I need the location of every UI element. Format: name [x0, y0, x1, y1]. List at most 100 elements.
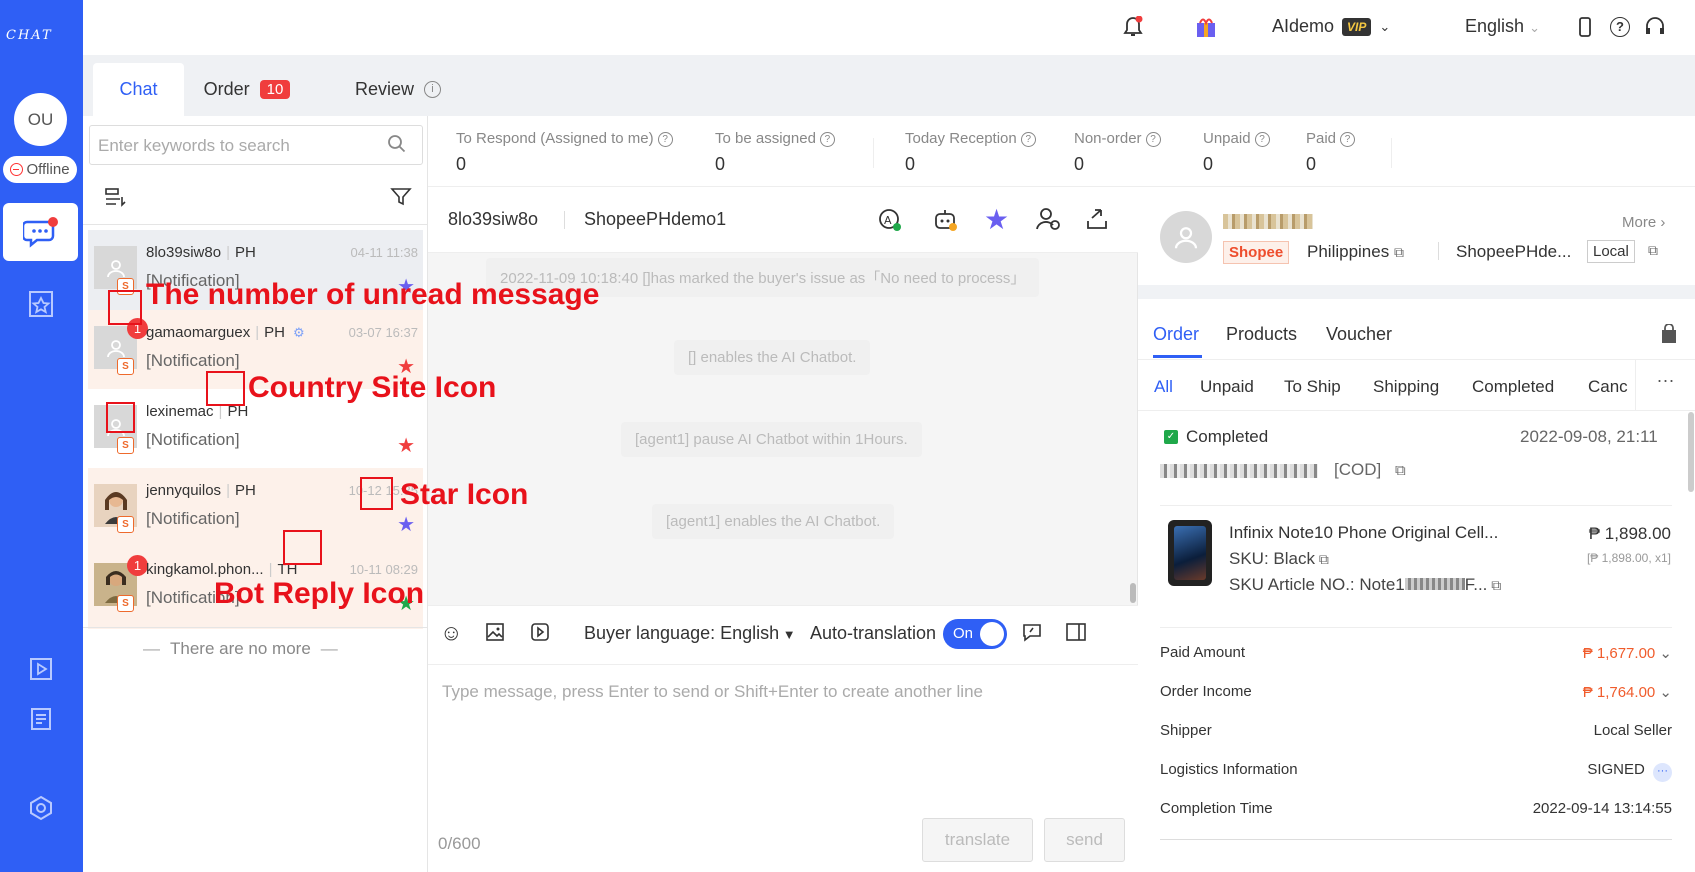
- shopping-bag-icon[interactable]: [1660, 323, 1678, 349]
- scrollbar[interactable]: [1130, 583, 1136, 603]
- user-menu[interactable]: AIdemo VIP ⌄: [1272, 16, 1390, 37]
- nav-chat[interactable]: [3, 203, 78, 261]
- annotation-box-shop: [106, 402, 135, 433]
- user-avatar[interactable]: OU: [14, 93, 67, 146]
- image-icon[interactable]: [485, 622, 505, 647]
- tab-voucher[interactable]: Voucher: [1326, 324, 1392, 345]
- annotation-country: Country Site Icon: [248, 371, 497, 404]
- mobile-icon[interactable]: [1578, 17, 1592, 42]
- platform-badge: Shopee: [1223, 241, 1290, 264]
- divider: [83, 224, 428, 225]
- char-counter: 0/600: [438, 834, 481, 853]
- scrollbar[interactable]: [1688, 412, 1694, 492]
- gift-icon[interactable]: [1195, 16, 1217, 43]
- subtab-all[interactable]: All: [1154, 377, 1173, 397]
- tab-order[interactable]: Order 10: [195, 63, 299, 116]
- no-more-label: — There are no more —: [143, 639, 338, 658]
- stat-value: 0: [456, 154, 467, 174]
- product-sku: SKU: Black ⧉: [1229, 549, 1329, 569]
- nav-video-icon[interactable]: [24, 652, 58, 686]
- quick-reply-icon[interactable]: [1021, 622, 1043, 647]
- divider: [1160, 839, 1672, 840]
- star-icon[interactable]: ★: [397, 512, 415, 537]
- chevron-down-icon: ⌄: [1529, 20, 1540, 35]
- detail-label: Logistics Information: [1160, 761, 1298, 778]
- ai-assist-icon[interactable]: A: [877, 207, 903, 238]
- stat-value: 0: [1203, 154, 1214, 174]
- assign-user-icon[interactable]: [1035, 206, 1061, 237]
- annotation-box-star: [360, 477, 393, 510]
- tab-chat[interactable]: Chat: [93, 63, 184, 116]
- bell-icon[interactable]: [1123, 15, 1143, 43]
- subtab-unpaid[interactable]: Unpaid: [1200, 377, 1254, 397]
- offline-icon: [10, 163, 24, 176]
- order-panel: More › Shopee Philippines ⧉ ShopeePHde..…: [1138, 187, 1695, 872]
- subtab-cancelled[interactable]: Cance: [1588, 377, 1628, 397]
- chat-buyer-name: 8lo39siw8o: [448, 209, 539, 229]
- detail-row-order-income[interactable]: Order Income ₱ 1,764.00 ⌄: [1160, 683, 1672, 701]
- emoji-icon[interactable]: ☺: [440, 620, 462, 646]
- divider: [1160, 505, 1672, 506]
- external-link-icon[interactable]: ⧉: [1648, 242, 1658, 259]
- bot-icon[interactable]: [933, 207, 959, 238]
- detail-row-paid-amount[interactable]: Paid Amount ₱ 1,677.00 ⌄: [1160, 644, 1672, 662]
- stat-non-order[interactable]: Non-order? 0: [1074, 130, 1161, 175]
- divider: [1138, 359, 1695, 360]
- sku-article-value: SKU Article NO.: Note1: [1229, 575, 1405, 594]
- copy-icon[interactable]: ⧉: [1315, 551, 1329, 567]
- product-name[interactable]: Infinix Note10 Phone Original Cell...: [1229, 523, 1519, 543]
- search-icon[interactable]: [387, 134, 407, 159]
- filter-icon[interactable]: [390, 187, 412, 212]
- nav-favorites-icon[interactable]: [24, 287, 58, 321]
- star-icon[interactable]: ★: [984, 203, 1009, 236]
- help-icon[interactable]: ?: [1610, 17, 1630, 37]
- more-tabs-icon[interactable]: ···: [1635, 360, 1695, 410]
- tab-products[interactable]: Products: [1226, 324, 1297, 345]
- search-input[interactable]: Enter keywords to search: [89, 125, 423, 165]
- chevron-down-icon: ⌄: [1659, 684, 1672, 701]
- status-badge[interactable]: Offline: [3, 156, 77, 183]
- language-select[interactable]: English ⌄: [1465, 16, 1540, 37]
- tab-order-detail[interactable]: Order: [1153, 324, 1199, 345]
- stat-to-be-assigned[interactable]: To be assigned? 0: [715, 130, 835, 175]
- subtab-to-ship[interactable]: To Ship: [1284, 377, 1341, 397]
- system-message: [agent1] pause AI Chatbot within 1Hours.: [621, 422, 922, 457]
- export-icon[interactable]: [1084, 206, 1110, 237]
- section-gap: [1138, 285, 1695, 299]
- stat-to-respond[interactable]: To Respond (Assigned to me)? 0: [456, 130, 673, 175]
- video-icon[interactable]: [530, 622, 550, 647]
- detail-value: SIGNED ···: [1587, 761, 1672, 782]
- tab-review[interactable]: Review i: [333, 63, 463, 116]
- send-button[interactable]: send: [1044, 818, 1125, 862]
- more-label: More: [1622, 214, 1657, 231]
- star-icon[interactable]: ★: [397, 433, 415, 458]
- country-link[interactable]: Philippines ⧉: [1307, 242, 1404, 262]
- buyer-language[interactable]: Buyer language: English ▼: [584, 623, 796, 644]
- stats-bar: To Respond (Assigned to me)? 0 To be assi…: [428, 116, 1695, 187]
- subtab-completed[interactable]: Completed: [1472, 377, 1554, 397]
- more-link[interactable]: More ›: [1622, 214, 1665, 231]
- nav-report-icon[interactable]: [24, 702, 58, 736]
- last-message: [Notification]: [146, 430, 240, 449]
- stat-today-reception[interactable]: Today Reception? 0: [905, 130, 1036, 175]
- auto-translation-toggle[interactable]: On: [943, 619, 1007, 649]
- toggle-panel-icon[interactable]: [1065, 622, 1087, 647]
- stat-paid[interactable]: Paid? 0: [1306, 130, 1356, 175]
- headset-icon[interactable]: [1644, 17, 1666, 42]
- detail-value: 2022-09-14 13:14:55: [1532, 800, 1672, 817]
- country-site-label: PH: [234, 482, 256, 499]
- copy-icon[interactable]: ⧉: [1487, 577, 1501, 593]
- translate-button[interactable]: translate: [922, 818, 1033, 862]
- copy-icon[interactable]: ⧉: [1395, 462, 1406, 479]
- local-badge: Local: [1587, 240, 1635, 263]
- stat-unpaid[interactable]: Unpaid? 0: [1203, 130, 1270, 175]
- more-icon[interactable]: ···: [1653, 763, 1672, 782]
- subtab-shipping[interactable]: Shipping: [1373, 377, 1439, 397]
- stat-label: Today Reception: [905, 130, 1017, 147]
- message-input[interactable]: Type message, press Enter to send or Shi…: [442, 682, 1122, 702]
- nav-settings-icon[interactable]: [24, 791, 58, 825]
- annotation-box-unread: [108, 290, 142, 325]
- sort-list-icon[interactable]: [103, 186, 127, 213]
- conversation-name: kingkamol.phon... | TH: [146, 561, 298, 578]
- divider: [1160, 627, 1672, 628]
